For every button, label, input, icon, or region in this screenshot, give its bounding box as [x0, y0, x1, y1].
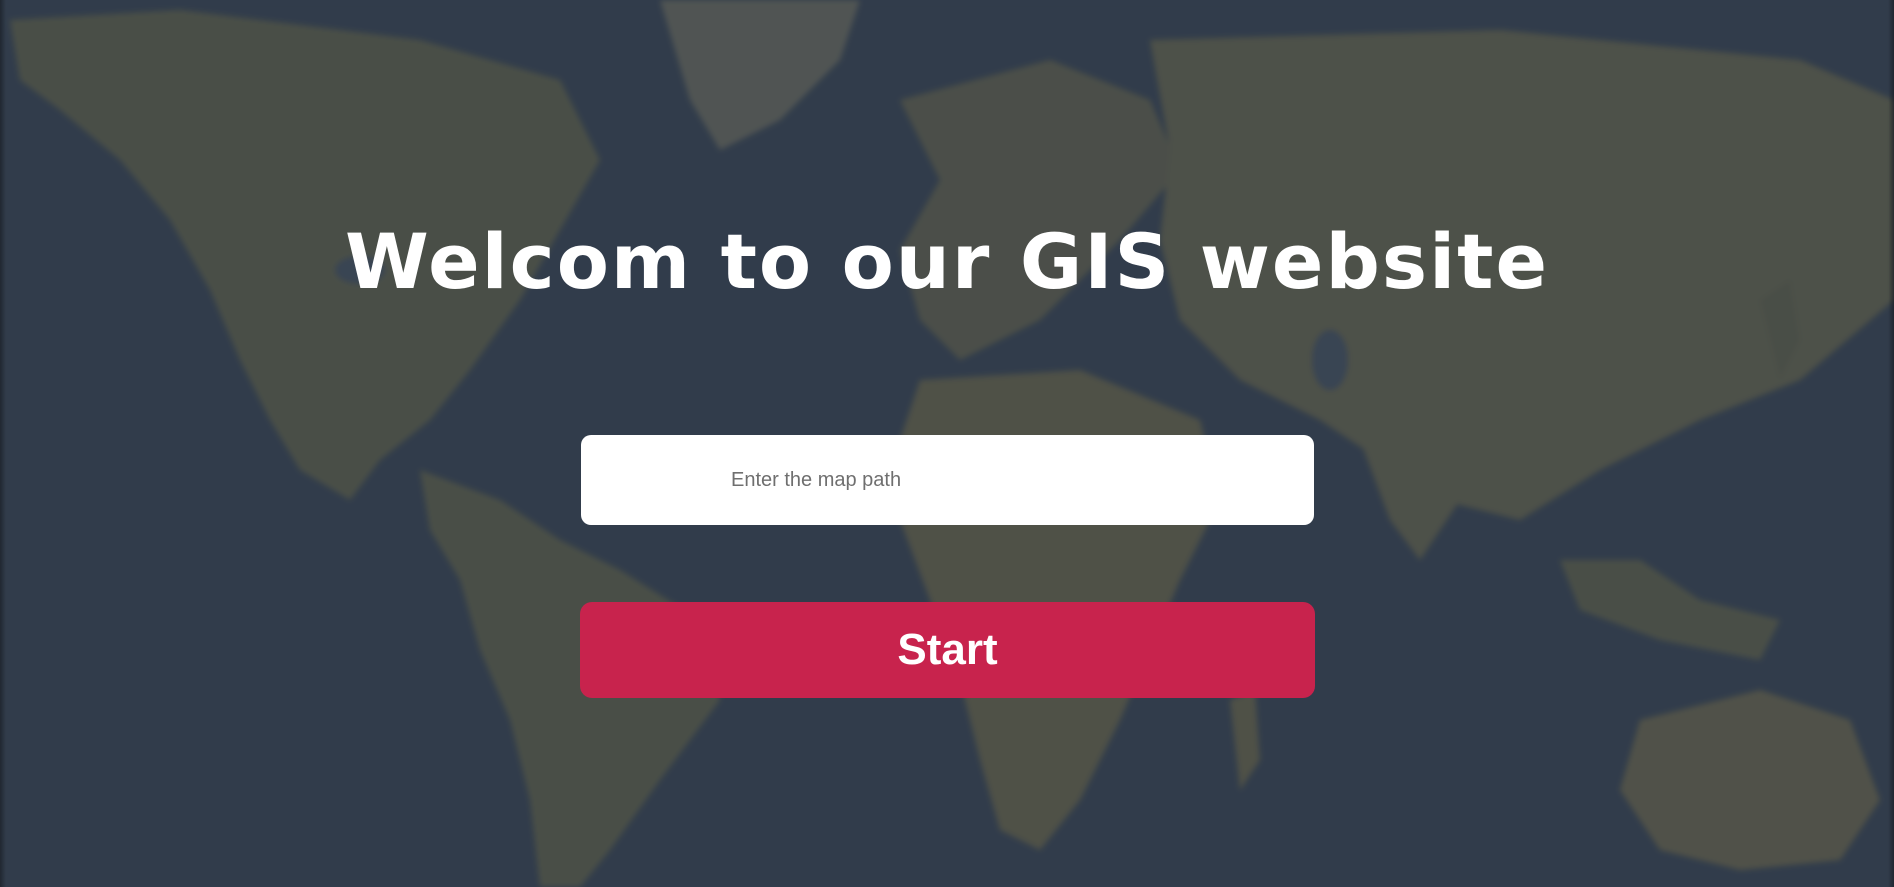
left-edge-shadow [0, 0, 6, 887]
page-title: Welcom to our GIS website [344, 217, 1550, 306]
map-path-input[interactable] [581, 435, 1314, 525]
right-edge-shadow [1888, 0, 1894, 887]
start-button[interactable]: Start [580, 602, 1315, 698]
